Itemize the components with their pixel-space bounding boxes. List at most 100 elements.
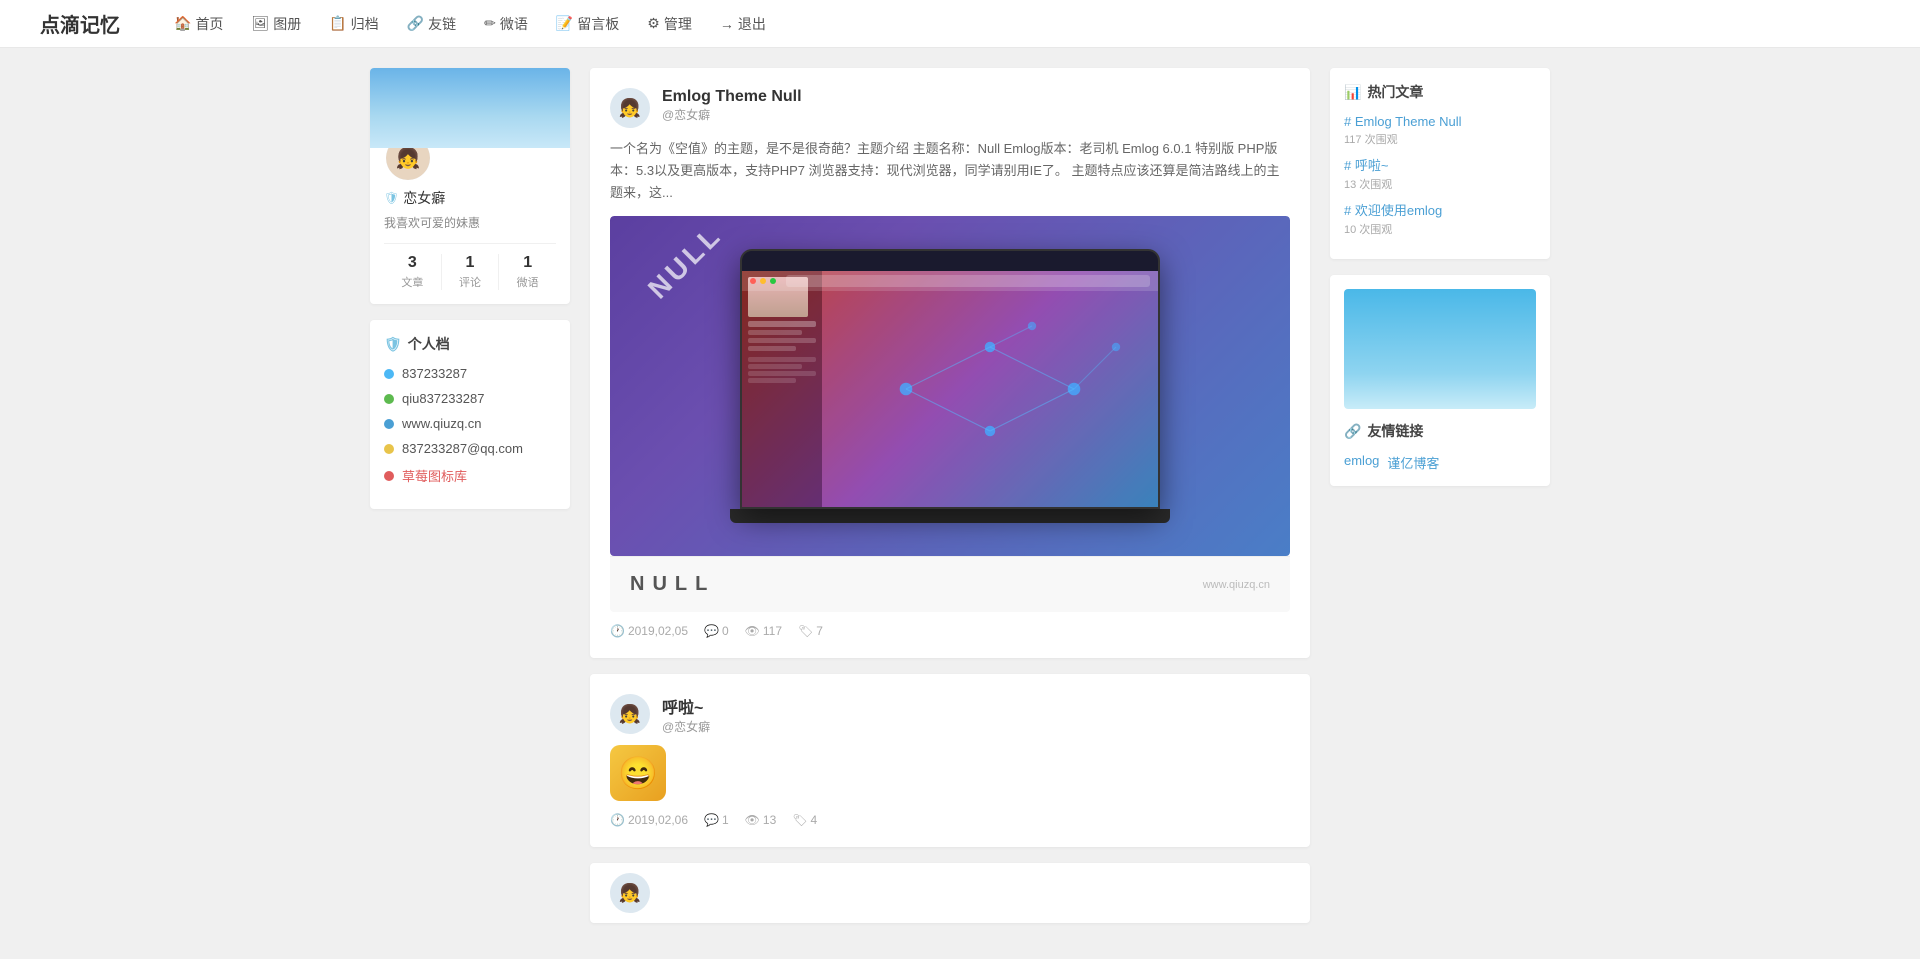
hot-articles-title: 📊 热门文章 — [1344, 82, 1536, 102]
article-meta-2: 呼啦~ @恋女癖 — [662, 694, 1290, 735]
article-footer-2: 🕐 2019,02,06 💬 1 👁 13 🏷 4 — [610, 813, 1290, 827]
profile-desc: 我喜欢可爱的妹惠 — [384, 214, 480, 231]
qq-icon — [384, 369, 394, 379]
article-comments-1: 💬 0 — [704, 624, 729, 638]
null-label-top: NULL — [642, 219, 729, 306]
link-chain-icon: 🔗 — [1344, 423, 1361, 440]
profile-card: 👧 🛡 恋女癖 我喜欢可爱的妹惠 3 文章 1 评论 — [370, 68, 570, 304]
article-title-1[interactable]: Emlog Theme Null — [662, 88, 802, 105]
article-card-1: 👧 Emlog Theme Null @恋女癖 一个名为《空值》的主题，是不是很… — [590, 68, 1310, 658]
home-icon — [384, 419, 394, 429]
navigation: 点滴记忆 🏠 首页 🖼 图册 📋 归档 🔗 友链 ✏ 微语 📝 留言板 ⚙ 管理… — [0, 0, 1920, 48]
article-excerpt-1: 一个名为《空值》的主题，是不是很奇葩？主题介绍 主题名称：Null Emlog版… — [610, 138, 1290, 204]
email-value: 837233287@qq.com — [402, 441, 523, 456]
hot-articles-widget: 📊 热门文章 # Emlog Theme Null 117 次围观 # 呼啦~ … — [1330, 68, 1550, 259]
article-views-1: 👁 117 — [745, 624, 782, 638]
stat-micro-num: 1 — [499, 254, 556, 272]
personal-title-label: 个人档 — [408, 334, 450, 354]
sky-bg — [1344, 289, 1536, 409]
stat-micro-label: 微语 — [499, 274, 556, 290]
profile-name-row: 🛡 恋女癖 — [384, 188, 445, 208]
personal-wechat: qiu837233287 — [384, 391, 556, 406]
article-header-1: 👧 Emlog Theme Null @恋女癖 — [610, 88, 1290, 128]
personal-link: 草莓图标库 — [384, 466, 556, 485]
article-avatar-3: 👧 — [610, 873, 650, 913]
hot-article-link-1[interactable]: # Emlog Theme Null — [1344, 114, 1536, 129]
website-value: www.qiuzq.cn — [402, 416, 481, 431]
friend-links-list: emlog 谨亿博客 — [1344, 453, 1536, 472]
site-brand[interactable]: 点滴记忆 — [40, 9, 120, 38]
nav-friends[interactable]: 🔗 友链 — [393, 0, 470, 48]
nav-admin[interactable]: ⚙ 管理 — [633, 0, 706, 48]
stat-articles: 3 文章 — [384, 254, 442, 290]
hot-article-views-3: 10 次围观 — [1344, 221, 1536, 237]
article-bottom-bar: NULL www.qiuzq.cn — [610, 556, 1290, 612]
article-avatar-1: 👧 — [610, 88, 650, 128]
nav-gallery[interactable]: 🖼 图册 — [237, 0, 315, 48]
nav-guestbook[interactable]: 📝 留言板 — [542, 0, 633, 48]
nav-home[interactable]: 🏠 首页 — [160, 0, 237, 48]
article-views-2: 👁 13 — [745, 813, 777, 827]
qq-value: 837233287 — [402, 366, 467, 381]
personal-email: 837233287@qq.com — [384, 441, 556, 456]
main-content: 👧 Emlog Theme Null @恋女癖 一个名为《空值》的主题，是不是很… — [590, 68, 1310, 939]
article-comments-2: 💬 1 — [704, 813, 729, 827]
profile-stats: 3 文章 1 评论 1 微语 — [384, 243, 556, 290]
personal-link-value[interactable]: 草莓图标库 — [402, 466, 467, 485]
hot-article-1: # Emlog Theme Null 117 次围观 — [1344, 114, 1536, 147]
laptop-display — [742, 271, 1158, 509]
article-avatar-2: 👧 — [610, 694, 650, 734]
hot-article-3: # 欢迎使用emlog 10 次围观 — [1344, 200, 1536, 237]
profile-name: 恋女癖 — [403, 188, 445, 208]
sidebar-right: 📊 热门文章 # Emlog Theme Null 117 次围观 # 呼啦~ … — [1330, 68, 1550, 939]
nav-links: 🏠 首页 🖼 图册 📋 归档 🔗 友链 ✏ 微语 📝 留言板 ⚙ 管理 → 退出 — [160, 0, 780, 48]
friend-links-label: 友情链接 — [1367, 421, 1423, 441]
article-title-2[interactable]: 呼啦~ — [662, 700, 703, 717]
friend-links-banner — [1344, 289, 1536, 409]
article-card-2: 👧 呼啦~ @恋女癖 😄 🕐 2019,02,06 💬 1 👁 13 🏷 4 — [590, 674, 1310, 847]
emoji-post-container: 😄 — [610, 745, 1290, 801]
hot-articles-label: 热门文章 — [1367, 82, 1423, 102]
personal-qq: 837233287 — [384, 366, 556, 381]
article-author-2: @恋女癖 — [662, 718, 1290, 735]
article-date-2: 🕐 2019,02,06 — [610, 813, 688, 827]
watermark: www.qiuzq.cn — [1203, 579, 1270, 591]
stat-micro: 1 微语 — [499, 254, 556, 290]
profile-info: 👧 🛡 恋女癖 我喜欢可爱的妹惠 3 文章 1 评论 — [370, 148, 570, 304]
stat-comments-label: 评论 — [442, 274, 499, 290]
hot-article-views-1: 117 次围观 — [1344, 131, 1536, 147]
article-tags-2: 🏷 4 — [792, 813, 817, 827]
article-author-1: @恋女癖 — [662, 106, 1290, 123]
article-image-1: NULL — [610, 216, 1290, 612]
wechat-icon — [384, 394, 394, 404]
personal-website: www.qiuzq.cn — [384, 416, 556, 431]
hot-article-link-3[interactable]: # 欢迎使用emlog — [1344, 200, 1536, 219]
article-img-bg: NULL — [610, 216, 1290, 556]
stat-comments: 1 评论 — [442, 254, 500, 290]
friend-link-1[interactable]: emlog — [1344, 453, 1379, 472]
stat-articles-num: 3 — [384, 254, 441, 272]
profile-banner — [370, 68, 570, 148]
page-wrapper: 👧 🛡 恋女癖 我喜欢可爱的妹惠 3 文章 1 评论 — [360, 68, 1560, 939]
personal-icon: 🛡 — [384, 336, 402, 353]
article-meta-1: Emlog Theme Null @恋女癖 — [662, 88, 1290, 123]
laptop-container — [730, 249, 1170, 523]
wechat-value: qiu837233287 — [402, 391, 484, 406]
hot-article-views-2: 13 次围观 — [1344, 176, 1536, 192]
friend-links-widget: 🔗 友情链接 emlog 谨亿博客 — [1330, 275, 1550, 486]
stat-articles-label: 文章 — [384, 274, 441, 290]
nav-archive[interactable]: 📋 归档 — [315, 0, 392, 48]
null-label-bottom: NULL — [630, 573, 715, 596]
article-card-3: 👧 — [590, 863, 1310, 923]
nav-logout[interactable]: → 退出 — [706, 0, 780, 48]
bar-chart-icon: 📊 — [1344, 84, 1361, 101]
friend-links-title: 🔗 友情链接 — [1344, 421, 1536, 441]
friend-link-2[interactable]: 谨亿博客 — [1387, 453, 1439, 472]
laptop-screen — [740, 249, 1160, 509]
shield-icon: 🛡 — [384, 191, 399, 205]
personal-card: 🛡 个人档 837233287 qiu837233287 www.qiuzq.c… — [370, 320, 570, 509]
stat-comments-num: 1 — [442, 254, 499, 272]
hot-article-link-2[interactable]: # 呼啦~ — [1344, 155, 1536, 174]
nav-micro[interactable]: ✏ 微语 — [470, 0, 542, 48]
link-icon — [384, 471, 394, 481]
